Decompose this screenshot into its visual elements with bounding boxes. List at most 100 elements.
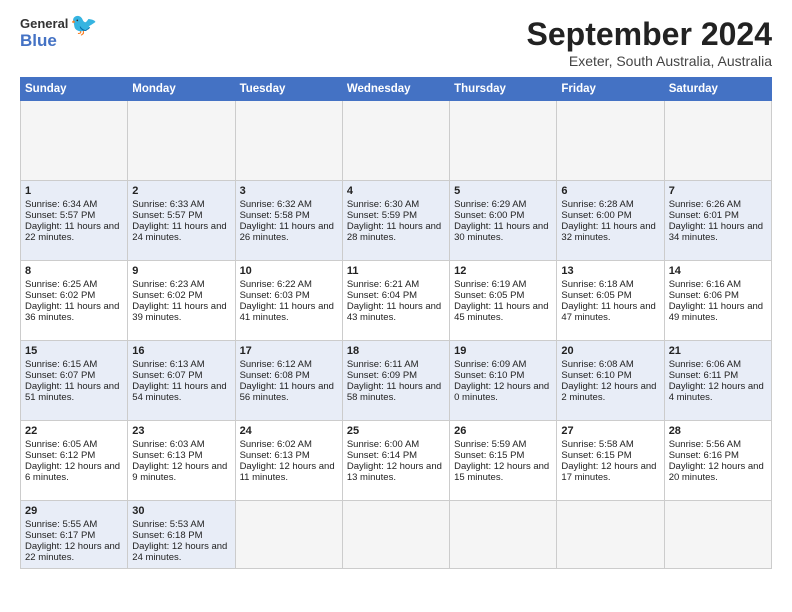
day-number: 30 [132, 505, 230, 517]
table-row: 3Sunrise: 6:32 AMSunset: 5:58 PMDaylight… [235, 181, 342, 261]
daylight-text: Daylight: 11 hours and 54 minutes. [132, 381, 230, 403]
daylight-text: Daylight: 12 hours and 2 minutes. [561, 381, 659, 403]
day-number: 10 [240, 265, 338, 277]
day-number: 5 [454, 185, 552, 197]
sunrise-text: Sunrise: 6:34 AM [25, 199, 123, 210]
daylight-text: Daylight: 12 hours and 0 minutes. [454, 381, 552, 403]
day-number: 14 [669, 265, 767, 277]
day-number: 1 [25, 185, 123, 197]
table-row: 14Sunrise: 6:16 AMSunset: 6:06 PMDayligh… [664, 261, 771, 341]
table-row: 19Sunrise: 6:09 AMSunset: 6:10 PMDayligh… [450, 341, 557, 421]
daylight-text: Daylight: 11 hours and 41 minutes. [240, 301, 338, 323]
sunrise-text: Sunrise: 6:28 AM [561, 199, 659, 210]
sunrise-text: Sunrise: 6:16 AM [669, 279, 767, 290]
daylight-text: Daylight: 11 hours and 56 minutes. [240, 381, 338, 403]
sunset-text: Sunset: 6:12 PM [25, 450, 123, 461]
daylight-text: Daylight: 12 hours and 13 minutes. [347, 461, 445, 483]
table-row: 1Sunrise: 6:34 AMSunset: 5:57 PMDaylight… [21, 181, 128, 261]
sunset-text: Sunset: 6:13 PM [132, 450, 230, 461]
day-number: 13 [561, 265, 659, 277]
daylight-text: Daylight: 11 hours and 32 minutes. [561, 221, 659, 243]
sunset-text: Sunset: 6:02 PM [132, 290, 230, 301]
col-tuesday: Tuesday [235, 78, 342, 101]
day-number: 16 [132, 345, 230, 357]
calendar-table: Sunday Monday Tuesday Wednesday Thursday… [20, 77, 772, 569]
table-row [235, 101, 342, 181]
daylight-text: Daylight: 11 hours and 45 minutes. [454, 301, 552, 323]
sunset-text: Sunset: 6:15 PM [561, 450, 659, 461]
table-row: 30Sunrise: 5:53 AMSunset: 6:18 PMDayligh… [128, 501, 235, 569]
daylight-text: Daylight: 12 hours and 6 minutes. [25, 461, 123, 483]
sunrise-text: Sunrise: 6:18 AM [561, 279, 659, 290]
page: General🐦 Blue September 2024 Exeter, Sou… [0, 0, 792, 612]
sunrise-text: Sunrise: 6:12 AM [240, 359, 338, 370]
day-number: 15 [25, 345, 123, 357]
col-monday: Monday [128, 78, 235, 101]
sunset-text: Sunset: 6:06 PM [669, 290, 767, 301]
sunrise-text: Sunrise: 6:33 AM [132, 199, 230, 210]
table-row: 22Sunrise: 6:05 AMSunset: 6:12 PMDayligh… [21, 421, 128, 501]
day-number: 24 [240, 425, 338, 437]
table-row: 26Sunrise: 5:59 AMSunset: 6:15 PMDayligh… [450, 421, 557, 501]
table-row: 15Sunrise: 6:15 AMSunset: 6:07 PMDayligh… [21, 341, 128, 421]
daylight-text: Daylight: 12 hours and 4 minutes. [669, 381, 767, 403]
table-row [128, 101, 235, 181]
day-number: 11 [347, 265, 445, 277]
day-number: 9 [132, 265, 230, 277]
location-subtitle: Exeter, South Australia, Australia [527, 53, 772, 69]
daylight-text: Daylight: 12 hours and 22 minutes. [25, 541, 123, 563]
sunset-text: Sunset: 6:01 PM [669, 210, 767, 221]
sunset-text: Sunset: 6:10 PM [561, 370, 659, 381]
day-number: 18 [347, 345, 445, 357]
sunrise-text: Sunrise: 5:53 AM [132, 519, 230, 530]
sunset-text: Sunset: 6:10 PM [454, 370, 552, 381]
day-number: 21 [669, 345, 767, 357]
daylight-text: Daylight: 12 hours and 9 minutes. [132, 461, 230, 483]
sunset-text: Sunset: 6:09 PM [347, 370, 445, 381]
table-row: 11Sunrise: 6:21 AMSunset: 6:04 PMDayligh… [342, 261, 449, 341]
sunrise-text: Sunrise: 6:15 AM [25, 359, 123, 370]
sunrise-text: Sunrise: 6:25 AM [25, 279, 123, 290]
sunset-text: Sunset: 6:03 PM [240, 290, 338, 301]
table-row [21, 101, 128, 181]
table-row: 12Sunrise: 6:19 AMSunset: 6:05 PMDayligh… [450, 261, 557, 341]
sunrise-text: Sunrise: 5:58 AM [561, 439, 659, 450]
sunrise-text: Sunrise: 6:13 AM [132, 359, 230, 370]
day-number: 28 [669, 425, 767, 437]
sunset-text: Sunset: 6:15 PM [454, 450, 552, 461]
table-row [342, 501, 449, 569]
daylight-text: Daylight: 12 hours and 20 minutes. [669, 461, 767, 483]
sunrise-text: Sunrise: 6:03 AM [132, 439, 230, 450]
sunset-text: Sunset: 6:16 PM [669, 450, 767, 461]
logo: General🐦 Blue [20, 16, 98, 49]
col-wednesday: Wednesday [342, 78, 449, 101]
day-number: 4 [347, 185, 445, 197]
table-row: 6Sunrise: 6:28 AMSunset: 6:00 PMDaylight… [557, 181, 664, 261]
sunset-text: Sunset: 6:08 PM [240, 370, 338, 381]
daylight-text: Daylight: 12 hours and 11 minutes. [240, 461, 338, 483]
daylight-text: Daylight: 12 hours and 24 minutes. [132, 541, 230, 563]
table-row: 5Sunrise: 6:29 AMSunset: 6:00 PMDaylight… [450, 181, 557, 261]
col-thursday: Thursday [450, 78, 557, 101]
daylight-text: Daylight: 11 hours and 39 minutes. [132, 301, 230, 323]
day-number: 8 [25, 265, 123, 277]
day-number: 3 [240, 185, 338, 197]
sunrise-text: Sunrise: 6:23 AM [132, 279, 230, 290]
sunrise-text: Sunrise: 6:06 AM [669, 359, 767, 370]
day-number: 6 [561, 185, 659, 197]
table-row: 18Sunrise: 6:11 AMSunset: 6:09 PMDayligh… [342, 341, 449, 421]
sunrise-text: Sunrise: 5:59 AM [454, 439, 552, 450]
col-saturday: Saturday [664, 78, 771, 101]
table-row: 25Sunrise: 6:00 AMSunset: 6:14 PMDayligh… [342, 421, 449, 501]
day-number: 22 [25, 425, 123, 437]
table-row [450, 501, 557, 569]
sunset-text: Sunset: 5:57 PM [25, 210, 123, 221]
sunset-text: Sunset: 6:13 PM [240, 450, 338, 461]
sunset-text: Sunset: 6:17 PM [25, 530, 123, 541]
day-number: 2 [132, 185, 230, 197]
col-friday: Friday [557, 78, 664, 101]
day-number: 20 [561, 345, 659, 357]
daylight-text: Daylight: 11 hours and 26 minutes. [240, 221, 338, 243]
table-row: 28Sunrise: 5:56 AMSunset: 6:16 PMDayligh… [664, 421, 771, 501]
sunrise-text: Sunrise: 6:19 AM [454, 279, 552, 290]
